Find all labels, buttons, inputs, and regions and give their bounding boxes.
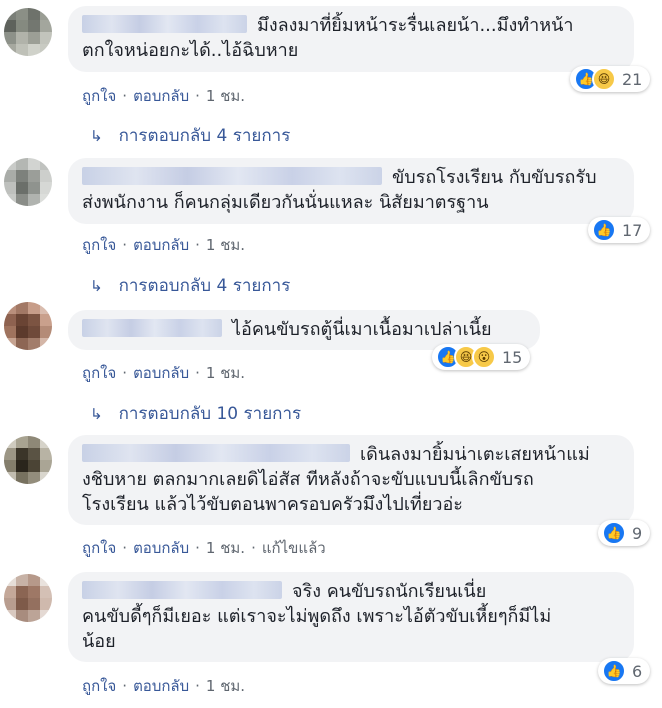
edited-label[interactable]: แก้ไขแล้ว xyxy=(262,539,326,557)
reactions-summary[interactable]: 👍 😆 😮 15 xyxy=(432,344,531,370)
comment-bubble: มึงลงมาที่ยิ้มหน้าระรื่นเลยน้า...มึงทำหน… xyxy=(68,6,634,72)
comment-bubble: ขับรถโรงเรียน กับขับรถรับ ส่งพนักงาน ก็ค… xyxy=(68,158,634,224)
comment-text-line: งชิบหาย ตลกมากเลยดิไอ่สัส ทีหลังถ้าจะขับ… xyxy=(82,469,534,490)
timestamp[interactable]: 1 ชม. xyxy=(206,539,245,557)
avatar[interactable] xyxy=(4,8,52,56)
author-name[interactable] xyxy=(82,581,282,599)
comment-actions: ถูกใจ · ตอบกลับ · 1 ชม. xyxy=(82,87,246,105)
author-name[interactable] xyxy=(82,15,247,33)
like-link[interactable]: ถูกใจ xyxy=(82,236,116,254)
comment-bubble: เดินลงมายิ้มน่าเตะเสยหน้าแม่ งชิบหาย ตลก… xyxy=(68,435,634,525)
timestamp[interactable]: 1 ชม. xyxy=(206,236,245,254)
avatar[interactable] xyxy=(4,436,52,484)
thumbs-up-icon: 👍 xyxy=(592,218,616,242)
like-link[interactable]: ถูกใจ xyxy=(82,539,116,557)
wow-face-icon: 😮 xyxy=(472,345,496,369)
thumbs-up-icon: 👍 xyxy=(602,521,626,545)
reply-arrow-icon: ↳ xyxy=(90,277,103,295)
comment-bubble: จริง คนขับรถนักเรียนเนี่ย คนขับดี้ๆก็มีเ… xyxy=(68,572,634,662)
haha-face-icon: 😆 xyxy=(592,67,616,91)
reaction-count: 6 xyxy=(632,661,643,681)
comment-text-line: เดินลงมายิ้มน่าเตะเสยหน้าแม่ xyxy=(360,444,590,465)
comment-text-line: ตกใจหน่อยกะได้..ไอ้ฉิบหาย xyxy=(82,40,299,61)
author-name[interactable] xyxy=(82,167,382,185)
reply-link[interactable]: ตอบกลับ xyxy=(133,677,189,695)
reply-link[interactable]: ตอบกลับ xyxy=(133,364,189,382)
timestamp[interactable]: 1 ชม. xyxy=(206,677,245,695)
reactions-summary[interactable]: 👍 6 xyxy=(598,658,651,684)
comment-text-line: มึงลงมาที่ยิ้มหน้าระรื่นเลยน้า...มึงทำหน… xyxy=(257,15,574,36)
like-link[interactable]: ถูกใจ xyxy=(82,364,116,382)
reply-link[interactable]: ตอบกลับ xyxy=(133,236,189,254)
reply-arrow-icon: ↳ xyxy=(90,127,103,145)
avatar[interactable] xyxy=(4,302,52,350)
timestamp[interactable]: 1 ชม. xyxy=(206,364,245,382)
reactions-summary[interactable]: 👍 😆 21 xyxy=(570,66,651,92)
comment-actions: ถูกใจ · ตอบกลับ · 1 ชม. xyxy=(82,364,246,382)
comment-actions: ถูกใจ · ตอบกลับ · 1 ชม. xyxy=(82,236,246,254)
view-replies-link[interactable]: ↳ การตอบกลับ 4 รายการ xyxy=(90,272,290,299)
comment-text-line: ขับรถโรงเรียน กับขับรถรับ xyxy=(392,167,597,188)
reaction-count: 9 xyxy=(632,523,643,543)
comment-text-line: ไอ้คนขับรถตู้นี่เมาเนื้อมาเปล่าเนี้ย xyxy=(232,319,492,340)
reaction-count: 17 xyxy=(622,220,643,240)
reactions-summary[interactable]: 👍 9 xyxy=(598,520,651,546)
comment-text-line: จริง คนขับรถนักเรียนเนี่ย xyxy=(292,581,487,602)
reaction-count: 21 xyxy=(622,69,643,89)
reaction-count: 15 xyxy=(502,347,523,367)
comment-actions: ถูกใจ · ตอบกลับ · 1 ชม. · แก้ไขแล้ว xyxy=(82,539,326,557)
comment-text-line: น้อย xyxy=(82,631,116,652)
author-name[interactable] xyxy=(82,319,222,337)
timestamp[interactable]: 1 ชม. xyxy=(206,87,245,105)
like-link[interactable]: ถูกใจ xyxy=(82,87,116,105)
avatar[interactable] xyxy=(4,574,52,622)
view-replies-link[interactable]: ↳ การตอบกลับ 10 รายการ xyxy=(90,400,301,427)
view-replies-link[interactable]: ↳ การตอบกลับ 4 รายการ xyxy=(90,122,290,149)
reply-arrow-icon: ↳ xyxy=(90,405,103,423)
thumbs-up-icon: 👍 xyxy=(602,659,626,683)
reply-link[interactable]: ตอบกลับ xyxy=(133,539,189,557)
author-name[interactable] xyxy=(82,444,350,462)
comment-text-line: คนขับดี้ๆก็มีเยอะ แต่เราจะไม่พูดถึง เพรา… xyxy=(82,606,552,627)
reactions-summary[interactable]: 👍 17 xyxy=(588,217,651,243)
reply-link[interactable]: ตอบกลับ xyxy=(133,87,189,105)
like-link[interactable]: ถูกใจ xyxy=(82,677,116,695)
comment-actions: ถูกใจ · ตอบกลับ · 1 ชม. xyxy=(82,677,246,695)
comment-text-line: ส่งพนักงาน ก็คนกลุ่มเดียวกันนั่นแหละ นิส… xyxy=(82,192,489,213)
comment-text-line: โรงเรียน แล้วไว้ขับตอนพาครอบครัวมึงไปเที… xyxy=(82,494,463,515)
avatar[interactable] xyxy=(4,158,52,206)
